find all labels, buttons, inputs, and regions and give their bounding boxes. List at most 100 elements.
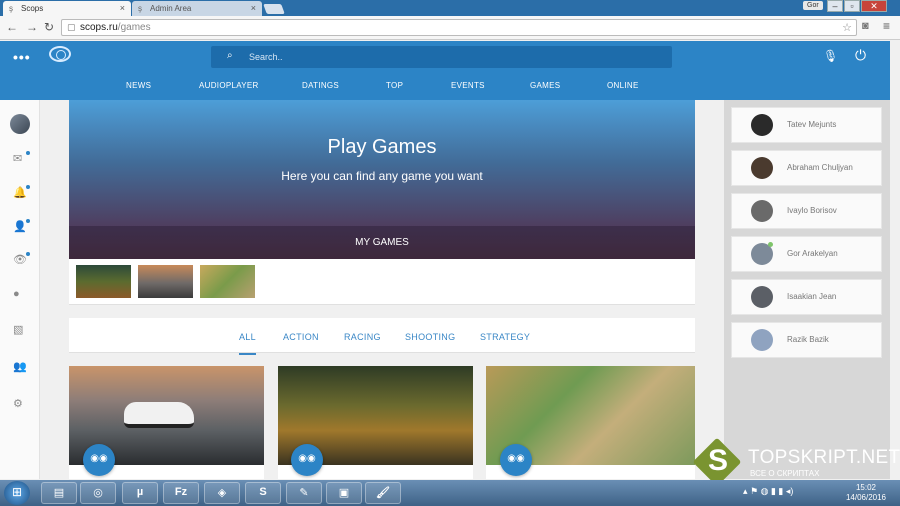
- watermark-letter: S: [707, 444, 728, 477]
- close-tab-icon[interactable]: ×: [251, 3, 256, 13]
- profile-button[interactable]: Gor: [803, 1, 823, 10]
- gamepad-play-button[interactable]: ◉◉: [291, 444, 323, 476]
- utorrent-icon[interactable]: µ: [122, 482, 158, 504]
- browser-tab-strip: ş Scops × ş Admin Area × Gor – ▫ ✕: [0, 0, 900, 16]
- network-icon[interactable]: ▣: [326, 482, 362, 504]
- folder-icon[interactable]: ▤: [41, 482, 77, 504]
- windows-start-button[interactable]: ⊞: [4, 481, 30, 505]
- avatar: [751, 114, 773, 136]
- taskbar-clock[interactable]: 15:02 14/06/2016: [838, 483, 894, 503]
- notification-dot: [26, 185, 30, 189]
- site-favicon-icon: ş: [138, 4, 142, 13]
- user-icon[interactable]: ●: [13, 288, 20, 300]
- bookmark-star-icon[interactable]: ☆: [842, 21, 852, 34]
- forward-arrow-icon[interactable]: →: [26, 20, 38, 34]
- hotspot-icon[interactable]: ◈: [204, 482, 240, 504]
- reload-icon[interactable]: ↻: [44, 20, 54, 34]
- new-tab-button[interactable]: [263, 4, 285, 14]
- user-name: Razik Bazik: [787, 335, 829, 344]
- tab-label: Admin Area: [150, 4, 192, 13]
- url-host: scops.ru: [80, 22, 118, 33]
- gamepad-play-button[interactable]: ◉◉: [500, 444, 532, 476]
- nav-datings[interactable]: DATINGS: [302, 81, 339, 90]
- bell-icon[interactable]: 🔔: [13, 186, 27, 199]
- microphone-icon[interactable]: 🎙: [823, 49, 838, 63]
- page-icon: ▢: [67, 22, 76, 32]
- notification-dot: [26, 219, 30, 223]
- list-item[interactable]: Ivaylo Borisov: [731, 193, 882, 229]
- my-games-strip: [69, 259, 695, 305]
- game-card-racing[interactable]: ◉◉: [69, 366, 264, 479]
- user-name: Isaakian Jean: [787, 292, 837, 301]
- my-game-thumbnail[interactable]: [76, 265, 131, 298]
- nav-news[interactable]: NEWS: [126, 81, 151, 90]
- search-placeholder: Search..: [249, 52, 283, 62]
- url-path: /games: [117, 22, 151, 33]
- browser-tab-admin[interactable]: ş Admin Area ×: [132, 1, 262, 16]
- chrome-icon[interactable]: ◎: [80, 482, 116, 504]
- avatar: [751, 286, 773, 308]
- my-game-thumbnail[interactable]: [200, 265, 255, 298]
- nav-games[interactable]: GAMES: [530, 81, 560, 90]
- nav-events[interactable]: EVENTS: [451, 81, 485, 90]
- photos-icon[interactable]: ▧: [13, 323, 23, 336]
- messages-icon[interactable]: ✉: [13, 152, 22, 165]
- close-tab-icon[interactable]: ×: [120, 3, 125, 13]
- game-card-runner[interactable]: ◉◉: [278, 366, 473, 479]
- browser-menu-icon[interactable]: ≡: [883, 19, 890, 33]
- my-games-tab[interactable]: MY GAMES: [69, 226, 695, 259]
- skype-icon[interactable]: S: [245, 482, 281, 504]
- tab-action[interactable]: ACTION: [283, 332, 319, 342]
- list-item[interactable]: Razik Bazik: [731, 322, 882, 358]
- groups-icon[interactable]: 👥: [13, 360, 27, 373]
- camera-icon[interactable]: ◙: [862, 20, 869, 32]
- watermark-subtitle: ВСЕ О СКРИПТАХ: [750, 469, 820, 478]
- notepad-icon[interactable]: ✎: [286, 482, 322, 504]
- close-window-icon[interactable]: ✕: [861, 0, 887, 12]
- user-name: Tatev Mejunts: [787, 120, 837, 129]
- filezilla-icon[interactable]: Fz: [163, 482, 199, 504]
- search-icon: ⌕: [227, 50, 233, 61]
- site-header: ••• ⌕ Search.. 🎙 ⏻ NEWS AUDIOPLAYER DATI…: [0, 41, 890, 100]
- more-menu-icon[interactable]: •••: [13, 49, 31, 65]
- car-graphic: [124, 402, 194, 428]
- my-game-thumbnail[interactable]: [138, 265, 193, 298]
- tab-shooting[interactable]: SHOOTING: [405, 332, 455, 342]
- avatar: [751, 200, 773, 222]
- tab-all[interactable]: ALL: [239, 332, 256, 355]
- main-nav: NEWS AUDIOPLAYER DATINGS TOP EVENTS GAME…: [0, 81, 890, 95]
- game-card-strategy[interactable]: ◉◉: [486, 366, 695, 479]
- list-item[interactable]: Gor Arakelyan: [731, 236, 882, 272]
- settings-icon[interactable]: ⚙: [13, 397, 23, 410]
- gamepad-play-button[interactable]: ◉◉: [83, 444, 115, 476]
- browser-tab-scops[interactable]: ş Scops ×: [3, 1, 131, 16]
- search-input[interactable]: ⌕ Search..: [211, 46, 672, 68]
- add-friend-icon[interactable]: 👤: [13, 220, 27, 233]
- url-input[interactable]: ▢ scops.ru/games ☆: [61, 19, 857, 36]
- list-item[interactable]: Isaakian Jean: [731, 279, 882, 315]
- page-title: Play Games: [327, 136, 437, 158]
- notification-dot: [26, 151, 30, 155]
- online-status-dot: [768, 242, 773, 247]
- scrollbar[interactable]: [890, 100, 900, 479]
- site-logo[interactable]: [49, 46, 71, 62]
- nav-audioplayer[interactable]: AUDIOPLAYER: [199, 81, 259, 90]
- minimize-icon[interactable]: –: [827, 0, 843, 12]
- game-category-tabs: ALL ACTION RACING SHOOTING STRATEGY: [69, 318, 695, 355]
- system-tray-icons[interactable]: ▴ ⚑ ◍ ▮ ▮ ◂): [743, 486, 793, 497]
- nav-top[interactable]: TOP: [386, 81, 403, 90]
- list-item[interactable]: Abraham Chuljyan: [731, 150, 882, 186]
- tab-strategy[interactable]: STRATEGY: [480, 332, 530, 342]
- nav-online[interactable]: ONLINE: [607, 81, 639, 90]
- power-icon[interactable]: ⏻: [855, 47, 866, 64]
- page-subtitle: Here you can find any game you want: [281, 169, 483, 183]
- tab-racing[interactable]: RACING: [344, 332, 381, 342]
- maximize-icon[interactable]: ▫: [844, 0, 860, 12]
- notification-dot: [26, 252, 30, 256]
- list-item[interactable]: Tatev Mejunts: [731, 107, 882, 143]
- eye-icon[interactable]: 👁: [13, 253, 27, 266]
- paint-icon[interactable]: 🖌: [365, 482, 401, 504]
- back-arrow-icon[interactable]: ←: [6, 20, 18, 34]
- user-name: Abraham Chuljyan: [787, 163, 853, 172]
- avatar[interactable]: [10, 114, 30, 134]
